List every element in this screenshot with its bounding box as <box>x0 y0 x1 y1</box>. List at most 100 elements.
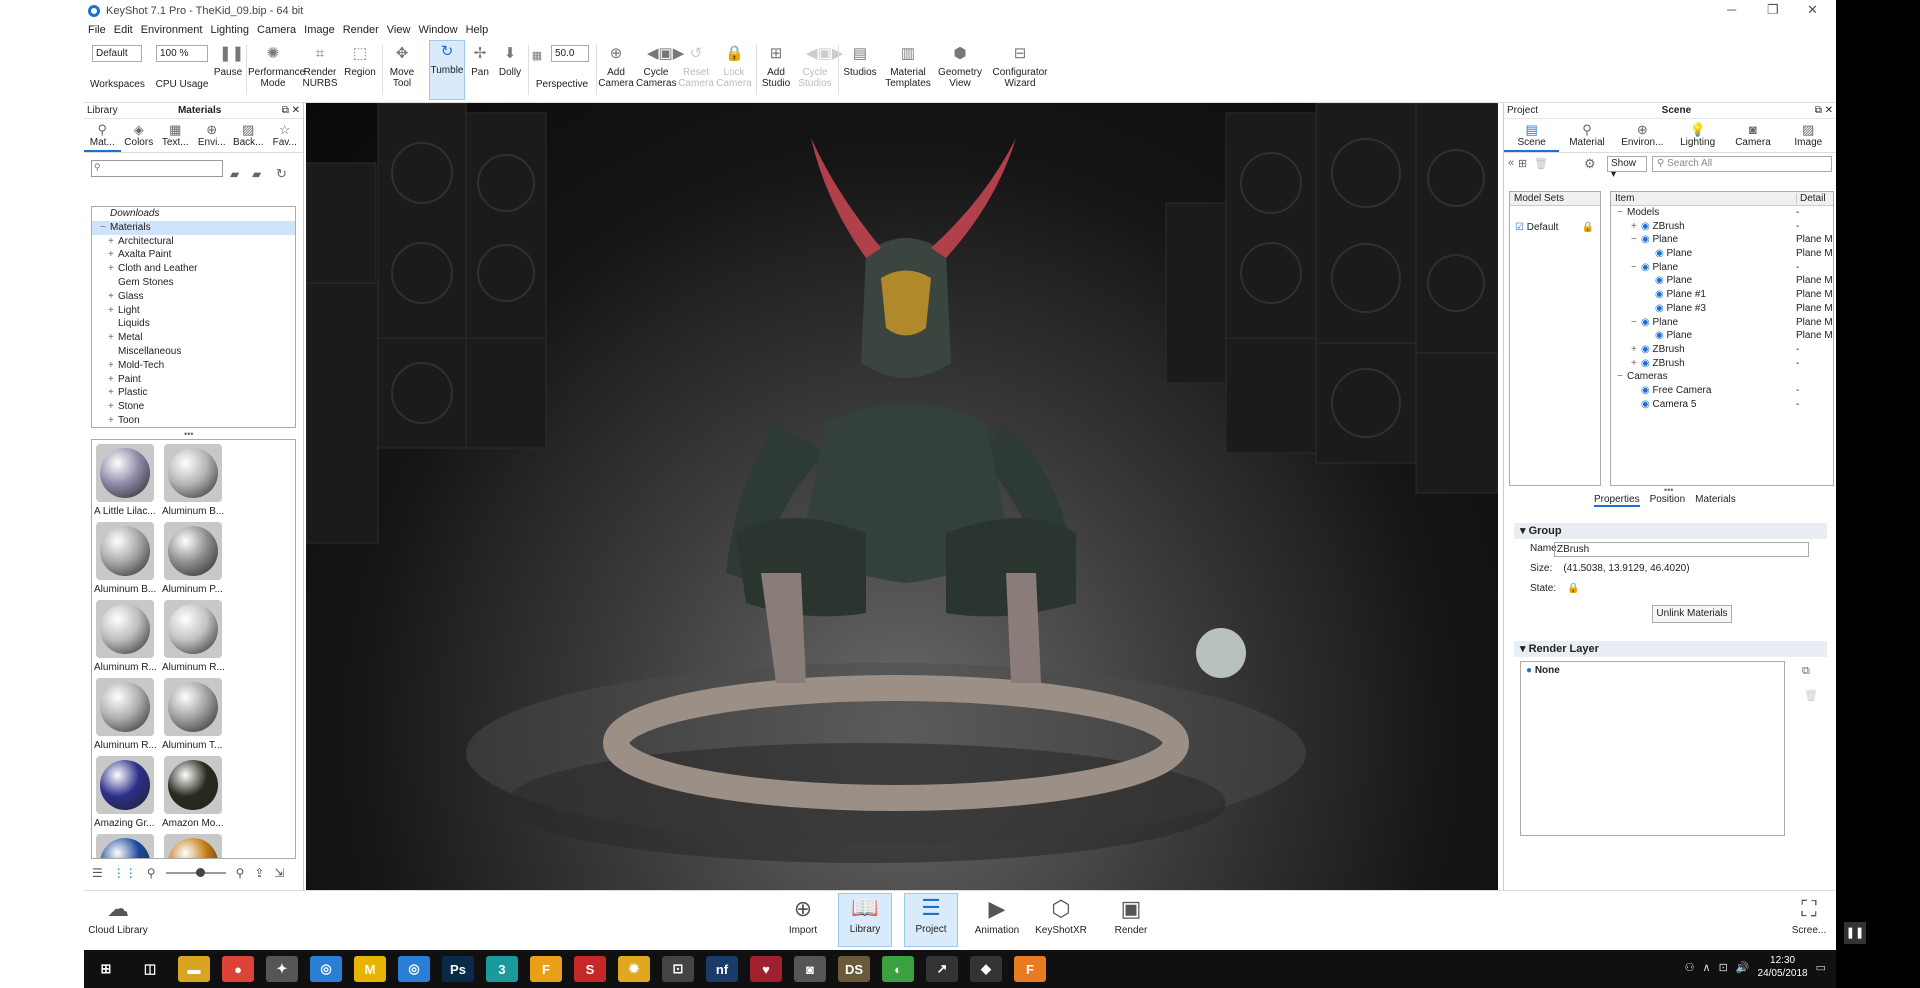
thumbnail-size-slider[interactable] <box>165 868 226 877</box>
folder-add-icon[interactable]: ▰ <box>230 167 239 181</box>
material-thumbnail[interactable]: Aluminum R... <box>94 676 160 751</box>
show-dropdown[interactable]: Show ▾ <box>1607 156 1647 180</box>
menu-camera[interactable]: Camera <box>257 24 296 36</box>
library-tree-item[interactable]: + Cloth and Leather <box>92 262 295 276</box>
material-thumbnail[interactable] <box>162 832 228 858</box>
pause-button[interactable]: ❚❚ Pause <box>212 43 244 78</box>
group-header[interactable]: ▾ Group <box>1514 523 1827 539</box>
dolly-button[interactable]: ⬇ Dolly <box>494 43 526 78</box>
taskbar-app-icon[interactable]: S <box>574 956 606 982</box>
library-tree-item[interactable]: − Materials <box>92 220 295 235</box>
scene-tree-item[interactable]: ◉ Plane Plane M <box>1611 247 1833 261</box>
library-tree-item[interactable]: Miscellaneous <box>92 345 295 359</box>
tab-backplates[interactable]: ▨ Back... <box>230 119 267 152</box>
scene-tree-item[interactable]: + ◉ ZBrush - <box>1611 220 1833 234</box>
upload-icon[interactable]: ⇪ <box>254 866 264 880</box>
cpu-usage-select[interactable]: 100 % <box>156 45 208 62</box>
add-set-icon[interactable]: ⊞ <box>1518 157 1527 170</box>
taskbar-app-icon[interactable]: ◎ <box>310 956 342 982</box>
scene-tree-item[interactable]: − Models - <box>1611 206 1833 220</box>
taskbar-app-icon[interactable]: ● <box>222 956 254 982</box>
taskbar-app-icon[interactable]: F <box>1014 956 1046 982</box>
close-panel-icon[interactable]: ✕ <box>1825 105 1833 116</box>
maximize-button[interactable]: ❐ <box>1767 2 1779 18</box>
model-set-default[interactable]: ☑ Default 🔒 <box>1510 222 1600 233</box>
scene-tree-item[interactable]: − ◉ Plane Plane M <box>1611 233 1833 247</box>
workspace-select[interactable]: Default <box>92 45 142 62</box>
library-tree-item[interactable]: + Axalta Paint <box>92 248 295 262</box>
taskbar-app-icon[interactable]: ◫ <box>134 956 166 982</box>
close-button[interactable]: ✕ <box>1807 2 1818 18</box>
menu-render[interactable]: Render <box>343 24 379 36</box>
tab-image[interactable]: ▨ Image <box>1781 119 1836 152</box>
menu-lighting[interactable]: Lighting <box>210 24 249 36</box>
notifications-icon[interactable]: ▭ <box>1816 961 1826 974</box>
taskbar-app-icon[interactable]: Ps <box>442 956 474 982</box>
taskbar-app-icon[interactable]: ⊡ <box>662 956 694 982</box>
tab-materials[interactable]: ⚲ Mat... <box>84 119 121 152</box>
scene-tree-item[interactable]: − ◉ Plane - <box>1611 261 1833 275</box>
scene-tree-item[interactable]: ◉ Plane Plane M <box>1611 329 1833 343</box>
clock[interactable]: 12:30 24/05/2018 <box>1758 954 1808 980</box>
library-toggle-button[interactable]: 📖 Library <box>838 893 892 947</box>
tab-textures[interactable]: ▦ Text... <box>157 119 194 152</box>
material-thumbnail[interactable]: Aluminum T... <box>162 676 228 751</box>
add-studio-button[interactable]: ⊞ Add Studio <box>758 43 794 89</box>
library-tree-item[interactable]: + Light <box>92 304 295 318</box>
tab-colors[interactable]: ◈ Colors <box>121 119 158 152</box>
region-button[interactable]: ⬚ Region <box>342 43 378 78</box>
library-tree-item[interactable]: + Metal <box>92 331 295 345</box>
menu-environment[interactable]: Environment <box>141 24 203 36</box>
minimize-button[interactable]: ─ <box>1727 2 1736 17</box>
menu-image[interactable]: Image <box>304 24 335 36</box>
network-icon[interactable]: ⊡ <box>1719 961 1728 974</box>
material-thumbnail[interactable]: Amazing Gr... <box>94 754 160 829</box>
tab-environments[interactable]: ⊕ Envi... <box>194 119 231 152</box>
taskbar-app-icon[interactable]: ↗ <box>926 956 958 982</box>
tab-environment[interactable]: ⊕ Environ... <box>1615 119 1670 152</box>
taskbar-app-icon[interactable]: DS <box>838 956 870 982</box>
tab-scene[interactable]: ▤ Scene <box>1504 119 1560 152</box>
library-tree-item[interactable]: Downloads <box>92 207 295 221</box>
move-tool-button[interactable]: ✥ Move Tool <box>384 43 420 89</box>
render-viewport[interactable] <box>306 103 1498 890</box>
taskbar-app-icon[interactable]: 3 <box>486 956 518 982</box>
animation-button[interactable]: ▶ Animation <box>970 895 1024 936</box>
material-thumbnail[interactable]: Aluminum R... <box>94 598 160 673</box>
configurator-wizard-button[interactable]: ⊟ Configurator Wizard <box>988 43 1052 89</box>
pan-button[interactable]: ✢ Pan <box>468 43 492 78</box>
material-thumbnail[interactable]: A Little Lilac... <box>94 442 160 517</box>
tab-properties[interactable]: Properties <box>1594 494 1640 507</box>
delete-layer-icon[interactable]: 🗑 <box>1804 689 1818 702</box>
gear-icon[interactable]: ⚙ <box>1584 156 1596 172</box>
collapse-icon[interactable]: « <box>1508 157 1514 169</box>
library-tree-item[interactable]: + Mold-Tech <box>92 359 295 373</box>
add-camera-button[interactable]: ⊕ Add Camera <box>598 43 634 89</box>
taskbar-app-icon[interactable]: ◐ <box>882 956 914 982</box>
grid-view-icon[interactable]: ⋮⋮ <box>113 866 137 880</box>
library-tree-item[interactable]: + Glass <box>92 290 295 304</box>
library-tree-item[interactable]: + Architectural <box>92 235 295 249</box>
scene-tree-item[interactable]: ◉ Plane #3 Plane M <box>1611 302 1833 316</box>
scene-tree-item[interactable]: − Cameras <box>1611 370 1833 384</box>
material-thumbnail[interactable]: Amazon Mo... <box>162 754 228 829</box>
close-panel-icon[interactable]: ✕ <box>292 105 300 116</box>
tab-lighting[interactable]: 💡 Lighting <box>1670 119 1725 152</box>
material-thumbnail[interactable]: Aluminum B... <box>162 442 228 517</box>
geometry-view-button[interactable]: ⬢ Geometry View <box>936 43 984 89</box>
taskbar-app-icon[interactable]: ◎ <box>398 956 430 982</box>
layers-icon[interactable]: ⧉ <box>1802 665 1810 678</box>
material-thumbnail[interactable] <box>94 832 160 858</box>
tab-favorites[interactable]: ☆ Fav... <box>267 119 304 152</box>
library-tree-item[interactable]: Gem Stones <box>92 276 295 290</box>
project-toggle-button[interactable]: ☰ Project <box>904 893 958 947</box>
render-nurbs-button[interactable]: ⌗ Render NURBS <box>300 43 340 89</box>
scene-tree-item[interactable]: + ◉ ZBrush - <box>1611 357 1833 371</box>
material-thumbnail[interactable]: Aluminum P... <box>162 520 228 595</box>
library-search-input[interactable]: ⚲ <box>91 160 223 177</box>
tab-camera[interactable]: ◙ Camera <box>1725 119 1780 152</box>
menu-view[interactable]: View <box>387 24 411 36</box>
people-icon[interactable]: ⚇ <box>1685 961 1695 974</box>
scene-tree-item[interactable]: ◉ Plane #1 Plane M <box>1611 288 1833 302</box>
scene-tree-item[interactable]: ◉ Camera 5- <box>1611 398 1833 412</box>
